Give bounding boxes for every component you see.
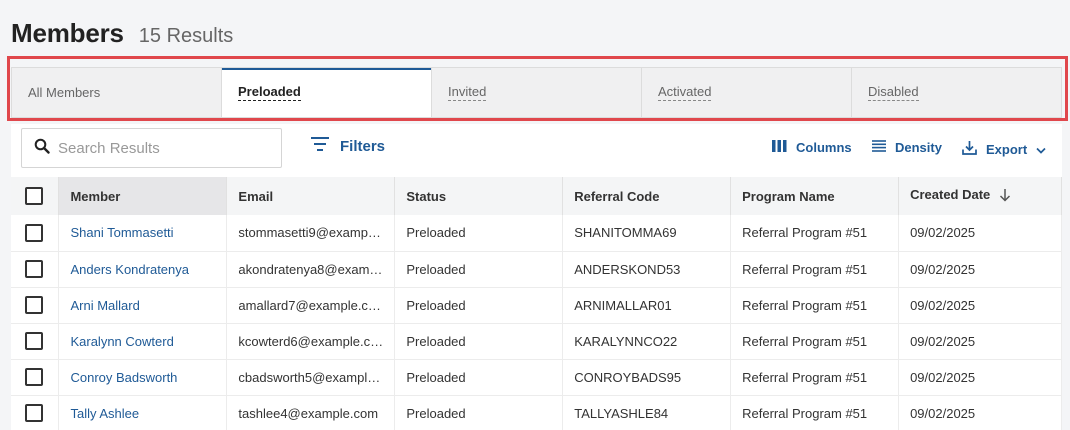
row-select-cell xyxy=(11,359,60,395)
export-label: Export xyxy=(986,141,1028,157)
tab-label: Invited xyxy=(448,84,487,101)
created-date-cell: 09/02/2025 xyxy=(898,359,1062,395)
status-cell: Preloaded xyxy=(394,215,564,251)
program-name-cell: Referral Program #51 xyxy=(730,395,900,430)
table-row: Arni Mallard amallard7@example.c… Preloa… xyxy=(11,287,1062,323)
email-cell: amallard7@example.c… xyxy=(226,287,396,323)
email-cell: akondratenya8@exam… xyxy=(226,251,396,287)
referral-code-cell: SHANITOMMA69 xyxy=(562,215,732,251)
referral-code-cell: TALLYASHLE84 xyxy=(562,395,732,430)
table-header-row: Member Email Status Referral Code Progra… xyxy=(11,177,1062,215)
status-cell: Preloaded xyxy=(394,359,564,395)
table-row: Anders Kondratenya akondratenya8@exam… P… xyxy=(11,251,1062,287)
search-box[interactable] xyxy=(21,128,282,168)
referral-code-cell: CONROYBADS95 xyxy=(562,359,732,395)
header-member[interactable]: Member xyxy=(58,177,228,215)
row-checkbox[interactable] xyxy=(25,260,43,278)
page-header: Members 15 Results xyxy=(11,18,233,49)
row-select-cell xyxy=(11,251,60,287)
email-cell: kcowterd6@example.c… xyxy=(226,323,396,359)
chevron-down-icon xyxy=(1036,142,1046,157)
density-label: Density xyxy=(895,140,942,155)
density-icon xyxy=(872,140,886,155)
table-row: Tally Ashlee tashlee4@example.com Preloa… xyxy=(11,395,1062,430)
created-date-cell: 09/02/2025 xyxy=(898,395,1062,430)
email-cell: cbadsworth5@exampl… xyxy=(226,359,396,395)
member-name-link[interactable]: Arni Mallard xyxy=(58,287,228,323)
member-name-link[interactable]: Shani Tommasetti xyxy=(58,215,228,251)
status-cell: Preloaded xyxy=(394,287,564,323)
row-select-cell xyxy=(11,323,60,359)
row-select-cell xyxy=(11,287,60,323)
tab-activated[interactable]: Activated xyxy=(642,68,852,117)
program-name-cell: Referral Program #51 xyxy=(730,323,900,359)
created-date-cell: 09/02/2025 xyxy=(898,323,1062,359)
tab-label: Disabled xyxy=(868,84,919,101)
program-name-cell: Referral Program #51 xyxy=(730,215,900,251)
email-cell: stommasetti9@examp… xyxy=(226,215,396,251)
member-name-link[interactable]: Anders Kondratenya xyxy=(58,251,228,287)
program-name-cell: Referral Program #51 xyxy=(730,359,900,395)
filters-button[interactable]: Filters xyxy=(310,136,385,156)
search-input[interactable] xyxy=(58,139,258,157)
header-status[interactable]: Status xyxy=(394,177,564,215)
status-cell: Preloaded xyxy=(394,251,564,287)
table-row: Conroy Badsworth cbadsworth5@exampl… Pre… xyxy=(11,359,1062,395)
tab-disabled[interactable]: Disabled xyxy=(852,68,1061,117)
row-checkbox[interactable] xyxy=(25,332,43,350)
filter-icon xyxy=(310,136,330,156)
row-select-cell xyxy=(11,395,60,430)
download-icon xyxy=(962,140,977,158)
status-cell: Preloaded xyxy=(394,395,564,430)
row-checkbox[interactable] xyxy=(25,404,43,422)
table-row: Shani Tommasetti stommasetti9@examp… Pre… xyxy=(11,215,1062,251)
results-panel: Filters Columns Density Export Member xyxy=(11,124,1062,430)
export-button[interactable]: Export xyxy=(962,140,1046,158)
select-all-checkbox[interactable] xyxy=(25,187,43,205)
sort-down-arrow-icon[interactable] xyxy=(999,188,1011,205)
referral-code-cell: KARALYNNCO22 xyxy=(562,323,732,359)
created-date-cell: 09/02/2025 xyxy=(898,215,1062,251)
header-created-date-label: Created Date xyxy=(910,187,991,203)
tab-label: Preloaded xyxy=(238,84,301,101)
header-program-name[interactable]: Program Name xyxy=(730,177,900,215)
referral-code-cell: ANDERSKOND53 xyxy=(562,251,732,287)
program-name-cell: Referral Program #51 xyxy=(730,287,900,323)
density-button[interactable]: Density xyxy=(872,140,942,155)
header-referral-code[interactable]: Referral Code xyxy=(562,177,732,215)
member-name-link[interactable]: Tally Ashlee xyxy=(58,395,228,430)
row-checkbox[interactable] xyxy=(25,368,43,386)
columns-label: Columns xyxy=(796,140,852,155)
table-row: Karalynn Cowterd kcowterd6@example.c… Pr… xyxy=(11,323,1062,359)
member-name-link[interactable]: Karalynn Cowterd xyxy=(58,323,228,359)
row-checkbox[interactable] xyxy=(25,296,43,314)
tab-bar: All Members Preloaded Invited Activated … xyxy=(11,67,1062,118)
filters-label: Filters xyxy=(340,137,386,155)
search-icon xyxy=(34,138,50,159)
program-name-cell: Referral Program #51 xyxy=(730,251,900,287)
member-name-link[interactable]: Conroy Badsworth xyxy=(58,359,228,395)
referral-code-cell: ARNIMALLAR01 xyxy=(562,287,732,323)
tab-all-members[interactable]: All Members xyxy=(12,68,222,117)
header-email[interactable]: Email xyxy=(226,177,396,215)
created-date-cell: 09/02/2025 xyxy=(898,251,1062,287)
page-title: Members xyxy=(11,18,124,48)
row-checkbox[interactable] xyxy=(25,223,43,242)
row-select-cell xyxy=(11,215,60,251)
email-cell: tashlee4@example.com xyxy=(226,395,396,430)
tab-label: Activated xyxy=(658,84,712,101)
columns-icon xyxy=(772,140,787,155)
select-all-cell xyxy=(11,177,60,215)
header-created-date[interactable]: Created Date xyxy=(898,177,1062,215)
status-cell: Preloaded xyxy=(394,323,564,359)
columns-button[interactable]: Columns xyxy=(772,140,852,155)
tab-preloaded[interactable]: Preloaded xyxy=(222,68,432,117)
tab-label: All Members xyxy=(28,84,101,100)
created-date-cell: 09/02/2025 xyxy=(898,287,1062,323)
results-count: 15 Results xyxy=(138,25,234,47)
members-table: Member Email Status Referral Code Progra… xyxy=(11,177,1062,430)
tab-invited[interactable]: Invited xyxy=(432,68,642,117)
